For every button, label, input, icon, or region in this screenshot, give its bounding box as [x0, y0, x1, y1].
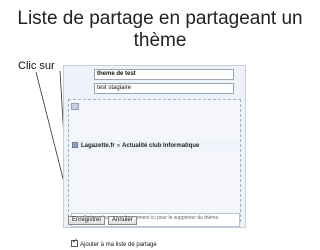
theme-name-input[interactable]: theme de test [94, 69, 234, 80]
share-list-option[interactable]: ✓ Ajouter à ma liste de partage [71, 238, 157, 250]
save-button[interactable]: Enregistrer [68, 216, 106, 225]
slide-title: Liste de partage en partageant un thème [17, 8, 303, 51]
feed-icon [72, 142, 78, 148]
add-to-share-list-checkbox[interactable]: ✓ [71, 238, 78, 247]
subscription-source: Lagazette.fr [81, 143, 115, 149]
theme-edit-panel: theme de test test stagiaire Lagazette.f… [63, 65, 246, 248]
subscription-item[interactable]: Lagazette.fr» Actualité club Informatique [71, 140, 240, 152]
subscription-separator: » [116, 143, 121, 149]
theme-description-input[interactable]: test stagiaire [94, 83, 234, 94]
avatar-icon [71, 103, 79, 110]
subscriptions-drop-area[interactable]: Lagazette.fr» Actualité club Informatique… [68, 99, 241, 248]
clic-label: Clic sur [18, 60, 55, 72]
cancel-button[interactable]: Annuler [108, 216, 137, 225]
add-to-share-list-label: Ajouter à ma liste de partage [80, 242, 157, 248]
check-mark-icon: ✓ [72, 238, 78, 245]
subscription-category: Actualité club Informatique [122, 143, 200, 149]
